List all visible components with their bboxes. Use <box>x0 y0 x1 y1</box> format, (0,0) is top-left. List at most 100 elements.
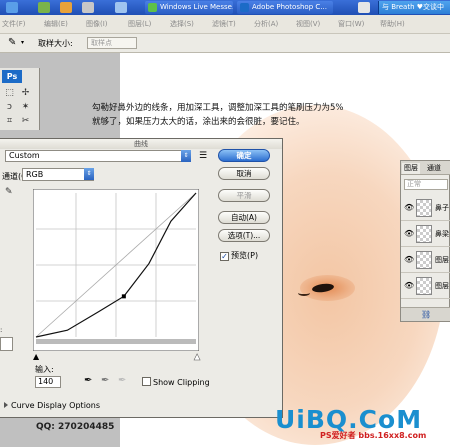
menu-view[interactable]: 视图(V) <box>296 15 320 34</box>
channel-select[interactable]: RGB ⇕ <box>22 168 94 181</box>
move-tool-icon[interactable]: ✢ <box>20 88 31 99</box>
nostril-outline-artwork <box>298 290 310 296</box>
layers-panel-footer: ⛓ <box>401 307 450 321</box>
curve-points <box>121 294 126 299</box>
eye-icon[interactable]: 👁 <box>404 203 414 212</box>
preset-select[interactable]: Custom ⇕ <box>5 150 191 162</box>
taskbar-button-label: Windows Live Messe... <box>160 3 233 11</box>
tutorial-line: 就够了，如果压力太大的话，涂出来的会很脏，要记住。 <box>92 117 305 127</box>
ie-icon[interactable] <box>6 2 18 13</box>
taskbar-group-icon[interactable] <box>358 2 370 13</box>
preview-checkbox[interactable]: ✓ 预览(P) <box>220 251 258 261</box>
black-eyedropper-icon[interactable]: ✒ <box>84 375 92 387</box>
menu-image[interactable]: 图像(I) <box>86 15 108 34</box>
layer-thumbnail <box>416 251 432 269</box>
menu-file[interactable]: 文件(F) <box>2 15 26 34</box>
smooth-button[interactable]: 平滑 <box>218 189 270 202</box>
layer-thumbnail <box>416 277 432 295</box>
input-gradient-bar <box>36 339 196 344</box>
photoshop-logo: Ps <box>2 70 22 83</box>
tutorial-caption: 勾勒好鼻外边的线条，用加深工具，调整加深工具的笔刷压力为5% 就够了，如果压力太… <box>92 101 392 129</box>
eye-icon[interactable]: 👁 <box>404 229 414 238</box>
taskbar-button-photoshop[interactable]: Adobe Photoshop C... <box>237 1 333 14</box>
magic-wand-tool-icon[interactable]: ✶ <box>20 102 31 113</box>
output-field[interactable] <box>0 337 13 351</box>
options-button[interactable]: 选项(T)... <box>218 229 270 242</box>
menu-analysis[interactable]: 分析(A) <box>254 15 278 34</box>
messenger-icon <box>148 3 157 12</box>
dialog-title: 曲线 <box>0 139 282 149</box>
white-eyedropper-icon[interactable]: ✒ <box>118 375 126 387</box>
eye-icon[interactable]: 👁 <box>404 255 414 264</box>
taskbar-button-label: Adobe Photoshop C... <box>252 3 327 11</box>
layers-panel-tabs: 图层 通道 <box>401 161 450 175</box>
show-clipping-label: Show Clipping <box>153 378 210 387</box>
output-label-stub: : <box>0 326 3 334</box>
qq-number: QQ: 270204485 <box>36 422 115 432</box>
layer-thumbnail <box>416 199 432 217</box>
windows-taskbar: Windows Live Messe... Adobe Photoshop C.… <box>0 0 450 15</box>
ok-button[interactable]: 确定 <box>218 149 270 162</box>
quick-launch-icon[interactable] <box>60 2 72 13</box>
crop-tool-icon[interactable]: ⌗ <box>4 116 15 127</box>
curve-control-point[interactable] <box>121 294 126 299</box>
quick-launch-icon[interactable] <box>38 2 50 13</box>
toolbox: Ps ⬚ ✢ ↄ ✶ ⌗ ✂ <box>0 68 40 130</box>
slice-tool-icon[interactable]: ✂ <box>20 116 31 127</box>
marquee-tool-icon[interactable]: ⬚ <box>4 88 15 99</box>
sample-size-label: 取样大小: <box>38 39 73 48</box>
menu-bar: 文件(F) 编辑(E) 图像(I) 图层(L) 选择(S) 滤镜(T) 分析(A… <box>0 15 450 34</box>
blend-mode-select[interactable]: 正常 <box>404 179 448 190</box>
cancel-button[interactable]: 取消 <box>218 167 270 180</box>
auto-button[interactable]: 自动(A) <box>218 211 270 224</box>
link-layers-icon[interactable]: ⛓ <box>421 310 431 319</box>
layer-thumbnail <box>416 225 432 243</box>
chevron-down-icon: ⇕ <box>84 168 94 180</box>
layer-name: 鼻子 <box>435 204 449 212</box>
tutorial-line: 勾勒好鼻外边的线条，用加深工具，调整加深工具的笔刷压力为5% <box>92 103 344 113</box>
curve-edit-icon[interactable]: ✎ <box>5 187 13 197</box>
menu-help[interactable]: 帮助(H) <box>380 15 405 34</box>
lasso-tool-icon[interactable]: ↄ <box>4 102 15 113</box>
tool-preset-arrow-icon[interactable]: ▾ <box>21 39 24 46</box>
show-clipping-checkbox[interactable]: Show Clipping <box>142 377 210 387</box>
photoshop-icon <box>240 3 249 12</box>
layer-row[interactable]: 👁 鼻梁 <box>401 221 450 247</box>
sample-size-select[interactable]: 取样点 <box>87 37 137 49</box>
input-field[interactable]: 140 <box>35 376 61 388</box>
preset-options-icon[interactable]: ☰ <box>199 151 207 161</box>
menu-edit[interactable]: 编辑(E) <box>44 15 68 34</box>
layers-panel: 图层 通道 正常 👁 鼻子 👁 鼻梁 👁 图层 👁 图层 ⛓ <box>400 160 450 322</box>
layer-name: 鼻梁 <box>435 230 449 238</box>
menu-window[interactable]: 窗口(W) <box>338 15 364 34</box>
layer-row[interactable]: 👁 图层 <box>401 247 450 273</box>
layer-row[interactable]: 👁 图层 <box>401 273 450 299</box>
curve-display-options-toggle[interactable]: Curve Display Options <box>4 401 100 410</box>
input-label: 输入: <box>35 365 54 374</box>
tab-channels[interactable]: 通道 <box>425 163 443 174</box>
messenger-chat-button[interactable]: 与 Breath ♥交谈中 <box>378 1 450 14</box>
eyedropper-tool-icon[interactable]: ✎ <box>8 37 16 48</box>
menu-filter[interactable]: 滤镜(T) <box>212 15 236 34</box>
menu-layer[interactable]: 图层(L) <box>128 15 151 34</box>
quick-launch-icon[interactable] <box>115 2 127 13</box>
eye-icon[interactable]: 👁 <box>404 281 414 290</box>
black-point-slider-icon[interactable]: ▲ <box>33 352 39 361</box>
curves-graph[interactable] <box>33 189 199 351</box>
checkbox-checked-icon: ✓ <box>220 252 229 261</box>
site-watermark-subtitle: PS爱好者 bbs.16xx8.com <box>320 431 427 440</box>
gray-eyedropper-icon[interactable]: ✒ <box>101 375 109 387</box>
menu-select[interactable]: 选择(S) <box>170 15 194 34</box>
chevron-down-icon: ⇕ <box>181 150 191 162</box>
layer-name: 图层 <box>435 256 449 264</box>
layer-row[interactable]: 👁 鼻子 <box>401 195 450 221</box>
preset-value: Custom <box>9 151 40 160</box>
checkbox-icon <box>142 377 151 386</box>
quick-launch-icon[interactable] <box>82 2 94 13</box>
taskbar-button-messenger[interactable]: Windows Live Messe... <box>145 1 233 14</box>
layer-name: 图层 <box>435 282 449 290</box>
channel-value: RGB <box>26 170 44 179</box>
tab-layers[interactable]: 图层 <box>402 163 420 174</box>
white-point-slider-icon[interactable]: ▲ <box>194 352 201 362</box>
options-bar: ✎ ▾ 取样大小: 取样点 <box>0 34 450 53</box>
